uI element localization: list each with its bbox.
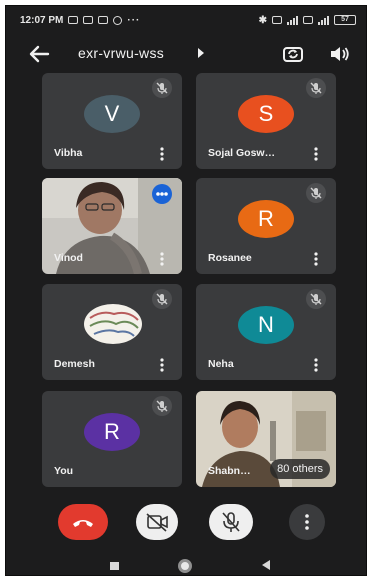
message-icon bbox=[98, 16, 109, 24]
mic-off-icon bbox=[306, 289, 326, 309]
participant-name: Vibha bbox=[54, 147, 83, 159]
camera-off-icon bbox=[146, 513, 168, 532]
meeting-code[interactable]: exr-vrwu-wss bbox=[78, 45, 164, 61]
switch-camera-icon[interactable] bbox=[282, 43, 304, 65]
vertical-dots-icon[interactable] bbox=[314, 358, 318, 372]
caret-right-icon[interactable] bbox=[196, 47, 206, 59]
sync-icon bbox=[113, 15, 123, 25]
mic-off-icon bbox=[222, 512, 240, 532]
back-triangle-icon[interactable] bbox=[262, 560, 270, 570]
mic-off-button[interactable] bbox=[209, 504, 253, 540]
volte-icon bbox=[303, 16, 313, 24]
arrow-left-icon[interactable] bbox=[28, 44, 50, 64]
vertical-dots-icon[interactable] bbox=[160, 147, 164, 161]
vertical-dots-icon[interactable] bbox=[314, 147, 318, 161]
volte-icon bbox=[272, 16, 282, 24]
participant-tile[interactable]: Vinod bbox=[42, 178, 182, 274]
profile-photo-avatar bbox=[84, 304, 142, 344]
vertical-dots-icon[interactable] bbox=[160, 358, 164, 372]
participant-tile[interactable]: V Vibha bbox=[42, 73, 182, 169]
signal-icon bbox=[287, 15, 298, 25]
call-controls bbox=[6, 504, 366, 544]
mic-off-icon bbox=[306, 78, 326, 98]
phone-hangup-icon bbox=[73, 520, 93, 527]
vertical-dots-icon[interactable] bbox=[160, 252, 164, 266]
mic-off-icon bbox=[306, 183, 326, 203]
vertical-dots-icon[interactable] bbox=[314, 252, 318, 266]
participant-name: Shabn… bbox=[208, 465, 251, 477]
participant-tile[interactable]: Demesh bbox=[42, 284, 182, 380]
mic-off-icon bbox=[152, 396, 172, 416]
participant-name: Sojal Gosw… bbox=[208, 147, 276, 159]
mic-off-icon bbox=[152, 289, 172, 309]
participant-tile-self[interactable]: R You bbox=[42, 391, 182, 487]
signal-icon bbox=[318, 15, 329, 25]
participant-name: Neha bbox=[208, 358, 234, 370]
notification-icon bbox=[68, 16, 79, 24]
participant-tile[interactable]: N Neha bbox=[196, 284, 336, 380]
participant-tile[interactable]: R Rosanee bbox=[196, 178, 336, 274]
avatar: R bbox=[84, 413, 140, 451]
avatar: V bbox=[84, 95, 140, 133]
camera-off-button[interactable] bbox=[136, 504, 178, 540]
participant-name: Rosanee bbox=[208, 252, 252, 264]
battery-icon: 57 bbox=[334, 15, 356, 25]
phone-screen: 12:07 PM ··· ✱ 57 exr-vrwu-wss V Vibha S… bbox=[5, 5, 367, 576]
status-time: 12:07 PM bbox=[20, 14, 64, 26]
mic-off-icon bbox=[152, 78, 172, 98]
participant-name: Vinod bbox=[54, 252, 83, 264]
more-notifications: ··· bbox=[127, 14, 141, 26]
others-count-button[interactable]: 80 others bbox=[270, 459, 330, 479]
avatar: N bbox=[238, 306, 294, 344]
bluetooth-icon: ✱ bbox=[258, 14, 267, 26]
participant-tile[interactable]: Shabn… 80 others bbox=[196, 391, 336, 487]
top-bar: exr-vrwu-wss bbox=[6, 36, 366, 72]
home-icon[interactable] bbox=[178, 559, 192, 573]
recent-apps-icon[interactable] bbox=[110, 562, 119, 570]
speaking-indicator-icon bbox=[152, 184, 172, 204]
speaker-icon[interactable] bbox=[328, 44, 350, 64]
vertical-dots-icon bbox=[305, 514, 309, 530]
status-bar: 12:07 PM ··· ✱ 57 bbox=[6, 6, 366, 34]
avatar: R bbox=[238, 200, 294, 238]
end-call-button[interactable] bbox=[58, 504, 108, 540]
more-options-button[interactable] bbox=[289, 504, 325, 540]
participant-name: You bbox=[54, 465, 74, 477]
message-icon bbox=[83, 16, 94, 24]
avatar: S bbox=[238, 95, 294, 133]
system-nav-bar bbox=[6, 554, 366, 575]
participant-name: Demesh bbox=[54, 358, 95, 370]
participant-tile[interactable]: S Sojal Gosw… bbox=[196, 73, 336, 169]
